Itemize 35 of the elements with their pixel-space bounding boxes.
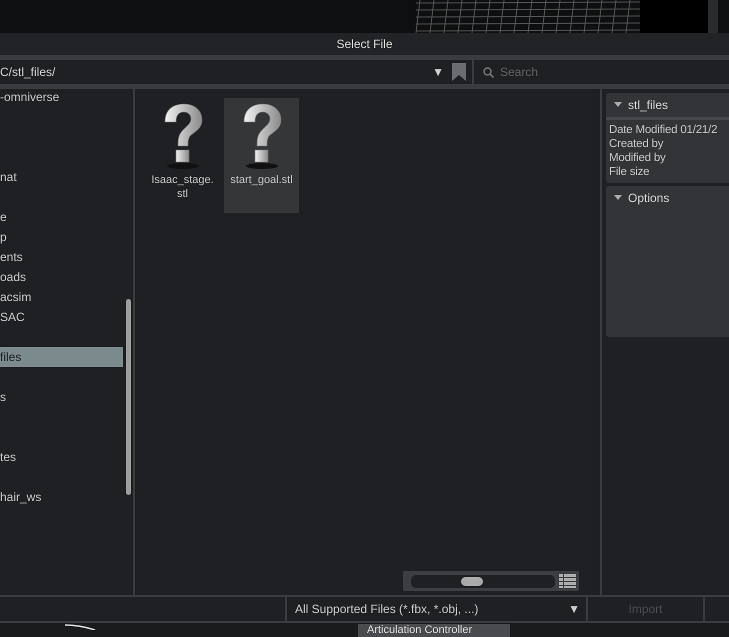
detail-text: Modified by [608,151,667,165]
expand-icon[interactable] [614,102,622,108]
detail-text: File size [608,165,650,179]
file-item[interactable]: Isaac_stage. stl [145,98,220,213]
sidebar-item[interactable]: -omniverse [0,89,123,107]
expand-icon[interactable] [614,195,622,201]
section-title[interactable]: Options [628,191,670,205]
bookmark-icon[interactable] [452,63,466,81]
detail-text: Date Modified 01/21/2 [608,123,718,137]
list-view-icon[interactable] [559,574,576,588]
search-icon [483,66,494,78]
panel-item: Articulation Controller [358,624,510,637]
window-title: Select File [336,37,393,51]
sidebar-item[interactable]: hair_ws [0,487,123,507]
dark-panel [640,0,708,33]
file-item[interactable]: start_goal.stl [224,98,299,213]
dropdown-arrow[interactable]: ▼ [568,602,580,616]
sidebar-item[interactable]: nat [0,167,123,187]
slider-thumb[interactable] [460,576,483,586]
path-field[interactable]: C/stl_files/ ▼ [0,60,474,84]
sidebar-item[interactable]: e [0,207,123,227]
sidebar-item[interactable]: oads [0,267,123,287]
sidebar-item[interactable]: acsim [0,287,123,307]
sidebar-item[interactable]: s [0,387,123,407]
section-title[interactable]: stl_files [628,98,668,112]
zoom-slider[interactable] [411,574,556,588]
sidebar-item[interactable]: ents [0,247,123,267]
sidebar-item[interactable]: SAC [0,307,123,327]
detail-text: Created by [608,137,664,151]
sidebar-item[interactable]: p [0,227,123,247]
dropdown-arrow[interactable]: ▼ [432,65,444,79]
scrollbar[interactable] [126,299,131,495]
sidebar-item[interactable]: files [0,347,123,367]
search-field[interactable]: Search [500,62,729,82]
sidebar-item[interactable]: tes [0,447,123,467]
